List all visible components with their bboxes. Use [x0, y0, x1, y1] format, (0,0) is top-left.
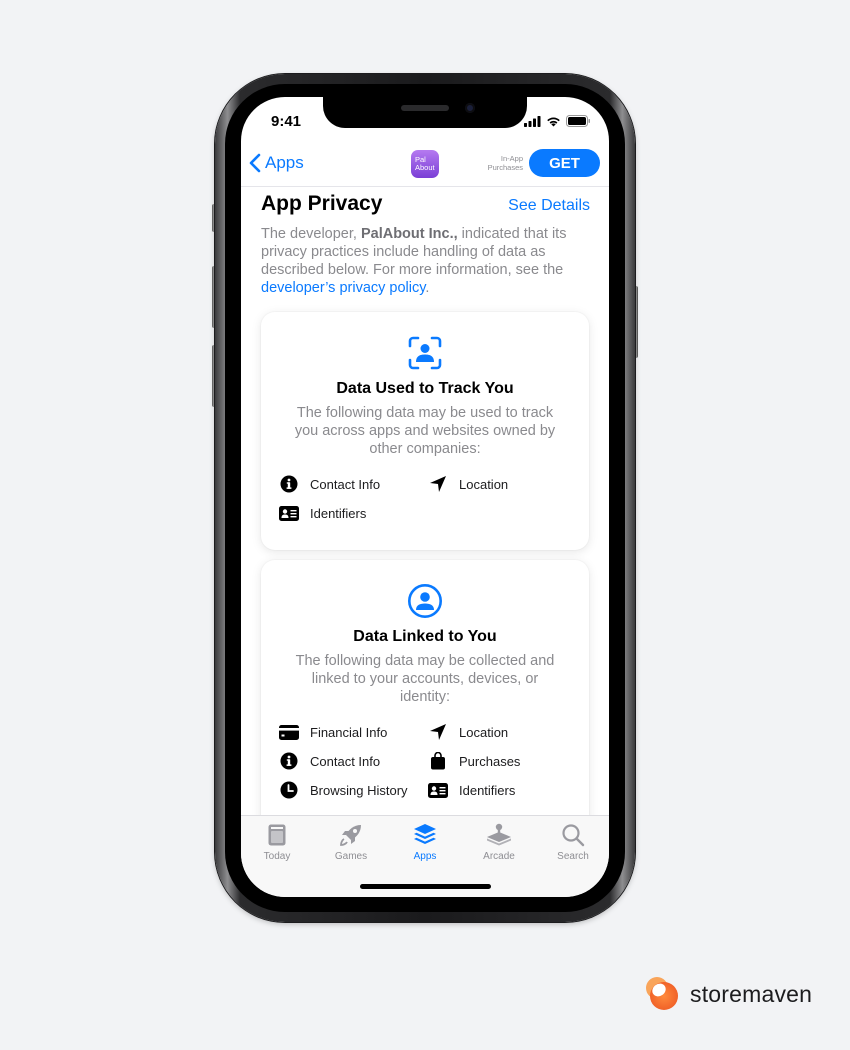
home-indicator[interactable]: [360, 884, 491, 889]
search-icon: [562, 824, 585, 847]
tracking-person-icon: [408, 336, 442, 370]
list-item: Contact Info: [279, 474, 380, 494]
tab-search[interactable]: Search: [543, 822, 603, 862]
iap-line-2: Purchases: [487, 163, 523, 172]
item-label: Location: [459, 476, 509, 492]
list-item: Purchases: [428, 751, 520, 771]
speaker: [401, 105, 449, 111]
card-title: Data Used to Track You: [336, 380, 514, 397]
data-linked-to-you-card[interactable]: Data Linked to You The following data ma…: [261, 560, 589, 815]
tab-arcade[interactable]: Arcade: [469, 822, 529, 862]
tab-today[interactable]: Today: [247, 822, 307, 862]
tab-label: Arcade: [483, 851, 515, 862]
tab-label: Apps: [413, 851, 437, 862]
app-icon-text-2: About: [415, 163, 435, 172]
back-label: Apps: [265, 153, 304, 172]
card-title: Data Linked to You: [353, 628, 497, 645]
list-item: Identifiers: [428, 780, 515, 800]
content-scroll-area[interactable]: App Privacy See Details The developer, P…: [241, 188, 609, 815]
desc-end: .: [425, 280, 430, 296]
status-time: 9:41: [271, 113, 302, 130]
id-card-icon: [279, 503, 299, 523]
joystick-icon: [487, 823, 511, 846]
list-item: Location: [428, 722, 508, 742]
back-button[interactable]: Apps: [249, 153, 304, 173]
today-icon: [268, 824, 286, 846]
chevron-left-icon: [249, 153, 261, 173]
tab-games[interactable]: Games: [321, 822, 381, 862]
phone-screen: 9:41 Apps Pal About In-App Purchases GET…: [241, 97, 609, 897]
status-icons: [524, 115, 591, 127]
storemaven-logo: storemaven: [644, 976, 812, 1012]
storemaven-logo-icon: [646, 977, 678, 1010]
data-used-to-track-card[interactable]: Data Used to Track You The following dat…: [261, 312, 589, 550]
tab-bar: Today Games Apps Arcade Search: [241, 815, 609, 897]
privacy-policy-link[interactable]: developer’s privacy policy: [261, 280, 425, 296]
battery-icon: [566, 115, 590, 127]
credit-card-icon: [279, 722, 299, 742]
item-label: Financial Info: [310, 724, 388, 740]
list-item: Contact Info: [279, 751, 380, 771]
iap-line-1: In-App: [500, 154, 523, 163]
front-camera: [465, 103, 475, 113]
info-circle-icon: [279, 751, 299, 771]
tab-label: Today: [263, 851, 291, 862]
app-icon[interactable]: Pal About: [411, 150, 439, 178]
layers-icon: [414, 824, 436, 844]
desc-prefix: The developer,: [261, 226, 361, 242]
navigation-bar: Apps Pal About In-App Purchases GET: [241, 145, 609, 187]
item-label: Location: [459, 724, 509, 740]
developer-name: PalAbout Inc.,: [360, 226, 458, 242]
notch: [323, 97, 527, 128]
section-title: App Privacy: [261, 192, 383, 215]
in-app-purchases-label: In-App Purchases: [477, 154, 523, 172]
item-label: Purchases: [459, 753, 521, 769]
item-label: Identifiers: [459, 782, 516, 798]
location-arrow-icon: [428, 474, 448, 494]
card-description: The following data may be used to track …: [294, 405, 556, 457]
id-card-icon: [428, 780, 448, 800]
wifi-icon: [547, 117, 560, 126]
tab-label: Games: [334, 851, 368, 862]
get-button[interactable]: GET: [529, 149, 600, 177]
list-item: Financial Info: [279, 722, 387, 742]
item-label: Contact Info: [310, 476, 381, 492]
card-description: The following data may be collected and …: [295, 653, 555, 705]
storemaven-wordmark: storemaven: [690, 980, 813, 1007]
see-details-link[interactable]: See Details: [508, 197, 590, 215]
item-label: Browsing History: [310, 782, 408, 798]
tab-label: Search: [557, 851, 589, 862]
location-arrow-icon: [428, 722, 448, 742]
item-label: Identifiers: [310, 505, 367, 521]
tab-apps[interactable]: Apps: [395, 822, 455, 862]
list-item: Location: [428, 474, 508, 494]
item-label: Contact Info: [310, 753, 381, 769]
clock-icon: [279, 780, 299, 800]
privacy-description: The developer, PalAbout Inc., indicated …: [261, 225, 591, 297]
info-circle-icon: [279, 474, 299, 494]
list-item: Browsing History: [279, 780, 408, 800]
shopping-bag-icon: [428, 751, 448, 771]
rocket-icon: [340, 825, 361, 846]
cellular-signal-icon: [524, 115, 541, 127]
list-item: Identifiers: [279, 503, 366, 523]
person-circle-icon: [408, 584, 442, 618]
